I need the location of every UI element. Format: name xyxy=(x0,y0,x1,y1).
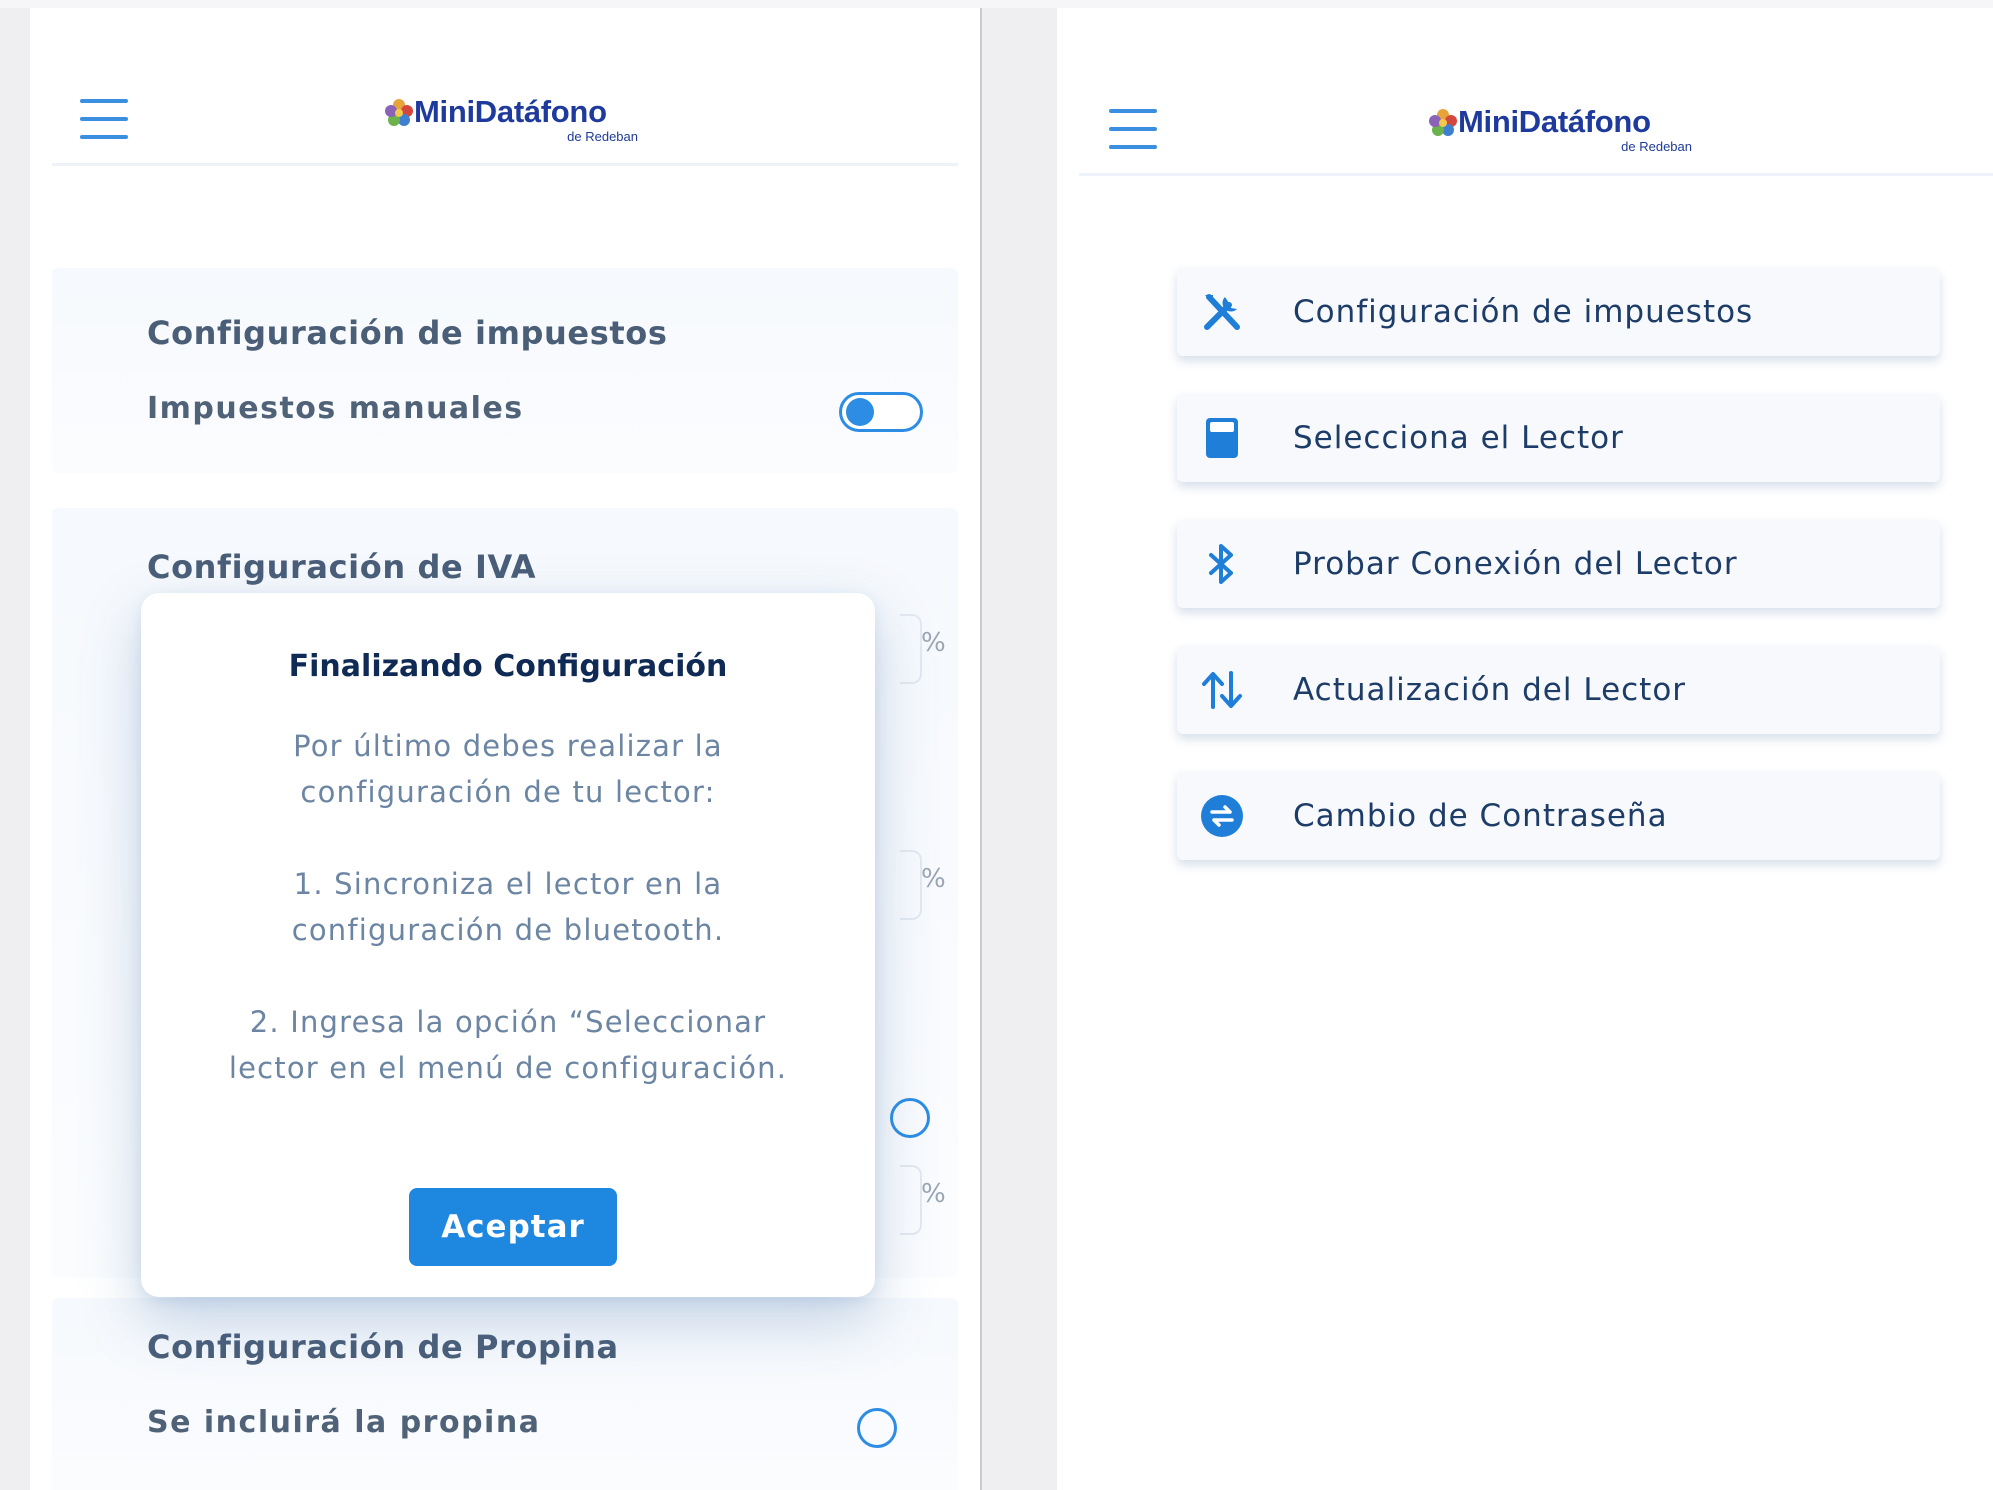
app-header: MiniDatáfono de Redeban xyxy=(1057,8,1993,176)
app-logo: MiniDatáfono de Redeban xyxy=(384,94,638,144)
menu-item-test-connection[interactable]: Probar Conexión del Lector xyxy=(1177,520,1940,608)
tax-input-field[interactable] xyxy=(900,850,922,920)
dialog-intro-line-2: configuración de tu lector: xyxy=(300,775,716,809)
tax-settings-screen: MiniDatáfono de Redeban Configuración de… xyxy=(30,8,980,1490)
dialog-step-2-line-2: lector en el menú de configuración. xyxy=(228,1051,788,1085)
menu-item-label: Actualización del Lector xyxy=(1293,672,1687,708)
manual-tax-toggle[interactable] xyxy=(839,392,923,432)
tools-icon xyxy=(1199,289,1245,335)
dialog-title: Finalizando Configuración xyxy=(288,649,728,684)
toggle-knob xyxy=(846,398,874,426)
bluetooth-icon xyxy=(1199,541,1245,587)
header-divider xyxy=(52,163,958,166)
menu-icon[interactable] xyxy=(1109,109,1157,149)
menu-item-label: Configuración de impuestos xyxy=(1293,294,1754,330)
settings-menu-screen: MiniDatáfono de Redeban Configuración de… xyxy=(1057,8,1993,1490)
dialog-step-1-line-2: configuración de bluetooth. xyxy=(291,913,725,947)
card-reader-icon xyxy=(1199,415,1245,461)
menu-item-label: Selecciona el Lector xyxy=(1293,420,1624,456)
iva-input-field[interactable] xyxy=(900,614,922,684)
manual-tax-label: Impuestos manuales xyxy=(147,391,524,426)
accept-button[interactable]: Aceptar xyxy=(409,1188,617,1266)
logo-flower-icon xyxy=(1429,109,1457,136)
exchange-icon xyxy=(1199,793,1245,839)
dialog-step-2-line-1: 2. Ingresa la opción “Seleccionar xyxy=(249,1005,767,1039)
menu-item-select-reader[interactable]: Selecciona el Lector xyxy=(1177,394,1940,482)
logo-subtitle: de Redeban xyxy=(1621,139,1692,154)
include-tip-label: Se incluirá la propina xyxy=(147,1405,541,1440)
logo-name: MiniDatáfono xyxy=(1458,104,1651,139)
include-tip-radio[interactable] xyxy=(857,1408,897,1448)
tax-config-section: Configuración de impuestos Impuestos man… xyxy=(52,268,958,473)
menu-item-update-reader[interactable]: Actualización del Lector xyxy=(1177,646,1940,734)
other-input-field[interactable] xyxy=(900,1165,922,1235)
dialog-step-1-line-1: 1. Sincroniza el lector en la xyxy=(293,867,723,901)
menu-icon[interactable] xyxy=(80,99,128,139)
app-header: MiniDatáfono de Redeban xyxy=(30,8,980,168)
tip-section-title: Configuración de Propina xyxy=(147,1328,619,1366)
iva-percent-unit: % xyxy=(921,628,946,658)
header-divider xyxy=(1079,173,1993,176)
tax-section-title: Configuración de impuestos xyxy=(147,314,668,352)
logo-flower-icon xyxy=(385,99,413,126)
other-percent-unit: % xyxy=(921,1179,946,1209)
menu-item-label: Cambio de Contraseña xyxy=(1293,798,1668,834)
menu-item-change-password[interactable]: Cambio de Contraseña xyxy=(1177,772,1940,860)
menu-item-tax-config[interactable]: Configuración de impuestos xyxy=(1177,268,1940,356)
logo-name: MiniDatáfono xyxy=(414,94,607,129)
dialog-intro-line-1: Por último debes realizar la xyxy=(293,729,723,763)
option-radio[interactable] xyxy=(890,1098,930,1138)
logo-subtitle: de Redeban xyxy=(567,129,638,144)
iva-section-title: Configuración de IVA xyxy=(147,548,537,586)
tax-percent-unit: % xyxy=(921,864,946,894)
sort-arrows-icon xyxy=(1199,667,1245,713)
tip-config-section: Configuración de Propina Se incluirá la … xyxy=(52,1298,958,1490)
menu-item-label: Probar Conexión del Lector xyxy=(1293,546,1738,582)
finishing-config-dialog: Finalizando Configuración Por último deb… xyxy=(141,593,875,1297)
app-logo: MiniDatáfono de Redeban xyxy=(1428,104,1692,154)
background-shape xyxy=(0,0,1993,8)
screens-divider xyxy=(980,8,982,1490)
